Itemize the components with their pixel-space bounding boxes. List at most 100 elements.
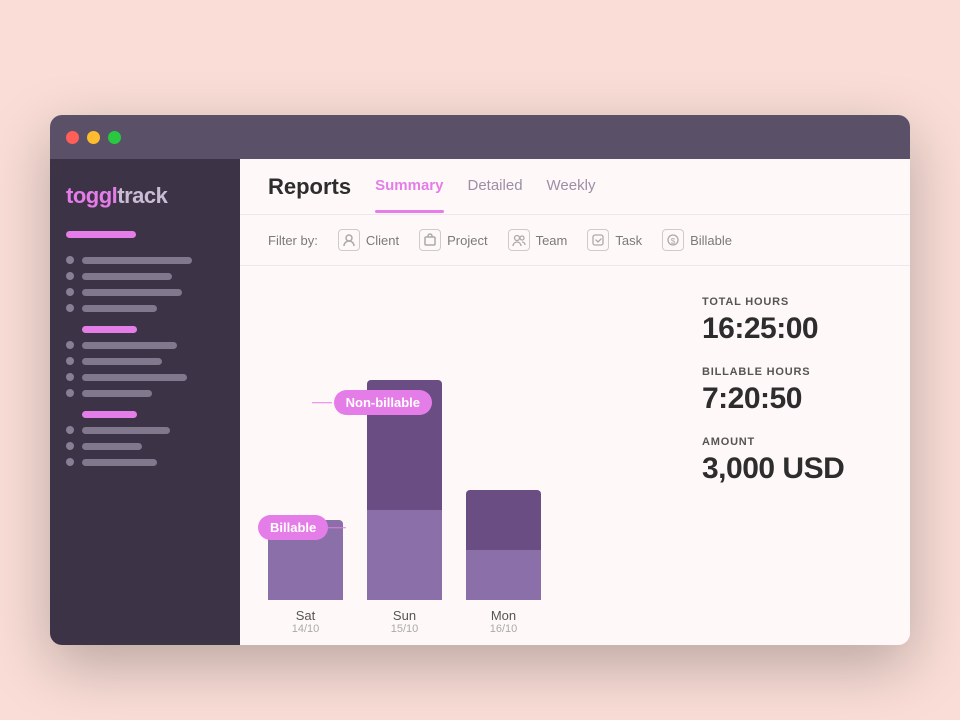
top-nav: Reports Summary Detailed Weekly bbox=[240, 159, 910, 215]
tooltip-billable: Billable bbox=[258, 515, 328, 540]
bar-day-mon: Mon bbox=[491, 608, 516, 623]
filter-bar: Filter by: Client bbox=[240, 215, 910, 266]
list-item[interactable] bbox=[66, 272, 224, 280]
list-item[interactable] bbox=[66, 288, 224, 296]
list-item[interactable] bbox=[66, 256, 224, 264]
sidebar-bar bbox=[82, 342, 177, 349]
chart-area: Billable Non-billable bbox=[240, 266, 910, 645]
sidebar-bar bbox=[82, 289, 182, 296]
svg-text:$: $ bbox=[671, 237, 676, 246]
maximize-button[interactable] bbox=[108, 131, 121, 144]
filter-client-label: Client bbox=[366, 233, 399, 248]
logo-toggl: toggl bbox=[66, 183, 117, 208]
sidebar-bar bbox=[82, 273, 172, 280]
list-item[interactable] bbox=[66, 389, 224, 397]
list-item[interactable] bbox=[66, 304, 224, 312]
amount-value: 3,000 USD bbox=[702, 452, 882, 486]
sidebar-bar bbox=[82, 427, 170, 434]
sidebar-bar bbox=[82, 443, 142, 450]
billable-hours-label: BILLABLE HOURS bbox=[702, 366, 882, 378]
sidebar-dot-icon bbox=[66, 373, 74, 381]
sidebar-dot-icon bbox=[66, 272, 74, 280]
filter-project[interactable]: Project bbox=[419, 229, 487, 251]
logo-track: track bbox=[117, 183, 167, 208]
project-icon bbox=[419, 229, 441, 251]
filter-task-label: Task bbox=[615, 233, 642, 248]
bars-section: Billable Non-billable bbox=[268, 286, 682, 635]
page-title: Reports bbox=[268, 174, 351, 200]
list-item[interactable] bbox=[66, 341, 224, 349]
sidebar: toggltrack bbox=[50, 159, 240, 645]
bar-group-sun: Non-billable bbox=[367, 380, 442, 600]
bar-day-sun: Sun bbox=[393, 608, 416, 623]
bar-mon-billable bbox=[466, 550, 541, 600]
filter-team[interactable]: Team bbox=[508, 229, 568, 251]
tab-weekly[interactable]: Weekly bbox=[547, 177, 596, 196]
sidebar-pink-accent-2 bbox=[82, 411, 137, 418]
sidebar-accent-bar bbox=[66, 231, 136, 238]
list-item[interactable] bbox=[66, 458, 224, 466]
filter-billable-label: Billable bbox=[690, 233, 732, 248]
filter-billable[interactable]: $ Billable bbox=[662, 229, 732, 251]
tooltip-nonbillable: Non-billable bbox=[334, 390, 432, 415]
bar-label-mon: Mon 16/10 bbox=[466, 608, 541, 635]
sidebar-bar bbox=[82, 358, 162, 365]
app-logo[interactable]: toggltrack bbox=[66, 183, 224, 209]
bar-group-sat: Billable bbox=[268, 520, 343, 600]
list-item[interactable] bbox=[66, 373, 224, 381]
sidebar-bar bbox=[82, 459, 157, 466]
sidebar-bar bbox=[82, 257, 192, 264]
billable-hours-value: 7:20:50 bbox=[702, 382, 882, 416]
total-hours-value: 16:25:00 bbox=[702, 312, 882, 346]
total-hours-label: TOTAL HOURS bbox=[702, 296, 882, 308]
tab-detailed[interactable]: Detailed bbox=[468, 177, 523, 196]
close-button[interactable] bbox=[66, 131, 79, 144]
sidebar-dot-icon bbox=[66, 341, 74, 349]
titlebar bbox=[50, 115, 910, 159]
sidebar-bar bbox=[82, 305, 157, 312]
bar-group-mon bbox=[466, 490, 541, 600]
bars-container: Billable Non-billable bbox=[268, 360, 682, 600]
list-item[interactable] bbox=[66, 426, 224, 434]
stat-amount: AMOUNT 3,000 USD bbox=[702, 436, 882, 486]
filter-label: Filter by: bbox=[268, 233, 318, 248]
sidebar-dot-icon bbox=[66, 389, 74, 397]
filter-client[interactable]: Client bbox=[338, 229, 399, 251]
sidebar-dot-icon bbox=[66, 357, 74, 365]
bar-date-mon: 16/10 bbox=[490, 623, 518, 635]
stat-total-hours: TOTAL HOURS 16:25:00 bbox=[702, 296, 882, 346]
tab-summary[interactable]: Summary bbox=[375, 177, 443, 196]
filter-team-label: Team bbox=[536, 233, 568, 248]
sidebar-dot-icon bbox=[66, 304, 74, 312]
sidebar-section-2 bbox=[66, 341, 224, 397]
list-item[interactable] bbox=[66, 357, 224, 365]
main-content: Reports Summary Detailed Weekly Filter b… bbox=[240, 159, 910, 645]
sidebar-bar bbox=[82, 374, 187, 381]
sidebar-dot-icon bbox=[66, 442, 74, 450]
stat-billable-hours: BILLABLE HOURS 7:20:50 bbox=[702, 366, 882, 416]
filter-task[interactable]: Task bbox=[587, 229, 642, 251]
sidebar-section-1 bbox=[66, 256, 224, 312]
bar-date-sat: 14/10 bbox=[292, 623, 320, 635]
bar-sun-nonbillable: Non-billable bbox=[367, 380, 442, 510]
sidebar-bar bbox=[82, 390, 152, 397]
sidebar-dot-icon bbox=[66, 288, 74, 296]
stats-section: TOTAL HOURS 16:25:00 BILLABLE HOURS 7:20… bbox=[682, 286, 882, 635]
sidebar-dot-icon bbox=[66, 256, 74, 264]
bar-label-sun: Sun 15/10 bbox=[367, 608, 442, 635]
sidebar-section-3 bbox=[66, 426, 224, 466]
bar-labels: Sat 14/10 Sun 15/10 Mon 16/10 bbox=[268, 608, 682, 635]
client-icon bbox=[338, 229, 360, 251]
bar-date-sun: 15/10 bbox=[391, 623, 419, 635]
task-icon bbox=[587, 229, 609, 251]
list-item[interactable] bbox=[66, 442, 224, 450]
bar-day-sat: Sat bbox=[296, 608, 316, 623]
bar-sun-billable bbox=[367, 510, 442, 600]
sidebar-pink-accent bbox=[82, 326, 137, 333]
bar-label-sat: Sat 14/10 bbox=[268, 608, 343, 635]
minimize-button[interactable] bbox=[87, 131, 100, 144]
filter-project-label: Project bbox=[447, 233, 487, 248]
app-window: toggltrack bbox=[50, 115, 910, 645]
sidebar-dot-icon bbox=[66, 458, 74, 466]
bar-mon-nonbillable bbox=[466, 490, 541, 550]
